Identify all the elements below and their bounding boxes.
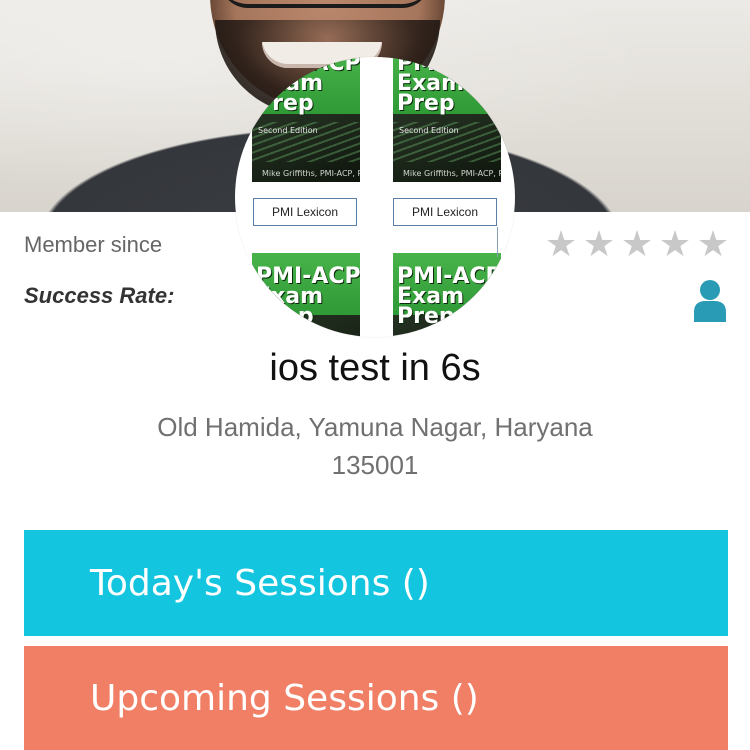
- book-title: PMI-ACP Exam Prep: [256, 264, 360, 329]
- book-edition: Second Edition: [258, 126, 318, 135]
- profile-name: ios test in 6s: [269, 347, 481, 389]
- cover-photo-person-glasses: [220, 0, 430, 8]
- todays-sessions-button[interactable]: Today's Sessions (): [24, 530, 728, 636]
- star-icon: ★: [696, 224, 730, 265]
- book-cover: PMI-ACP Exam Prep: [393, 253, 501, 337]
- star-icon: ★: [582, 224, 616, 265]
- lexicon-label: PMI Lexicon: [393, 198, 497, 226]
- profile-address: Old Hamida, Yamuna Nagar, Haryana 135001: [100, 408, 650, 484]
- user-icon[interactable]: [692, 278, 728, 322]
- star-icon: ★: [620, 224, 654, 265]
- upcoming-sessions-button[interactable]: Upcoming Sessions (): [24, 646, 728, 750]
- book-cover: PMI-ACP Exam Prep: [252, 253, 360, 337]
- book-title: PMI-ACP Exam Prep: [256, 57, 360, 116]
- rating-stars: ★ ★ ★ ★ ★: [542, 226, 732, 264]
- address-postcode: 135001: [331, 450, 419, 480]
- profile-avatar[interactable]: PMI-ACP Exam Prep Second Edition Mike Gr…: [235, 57, 515, 337]
- lexicon-label: PMI Lexicon: [253, 198, 357, 226]
- book-author: Mike Griffiths, PMI-ACP, PMP: [403, 169, 501, 178]
- book-title: PMI-ACP Exam Prep: [397, 57, 501, 116]
- address-line: Old Hamida, Yamuna Nagar, Haryana: [157, 412, 593, 442]
- star-icon: ★: [658, 224, 692, 265]
- star-icon: ★: [544, 224, 578, 265]
- success-rate-label: Success Rate:: [24, 283, 175, 308]
- book-edition: Second Edition: [399, 126, 459, 135]
- book-cover: PMI-ACP Exam Prep Second Edition Mike Gr…: [252, 57, 360, 182]
- book-cover: PMI-ACP Exam Prep Second Edition Mike Gr…: [393, 57, 501, 182]
- divider: [497, 227, 498, 257]
- book-title: PMI-ACP Exam Prep: [397, 264, 501, 329]
- member-since-label: Member since: [24, 232, 163, 257]
- book-author: Mike Griffiths, PMI-ACP, PMP: [262, 169, 360, 178]
